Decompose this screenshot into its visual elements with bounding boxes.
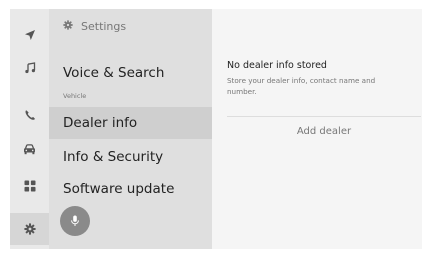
settings-menu-header: Settings xyxy=(63,15,126,37)
empty-state-description: Store your dealer info, contact name and… xyxy=(227,76,376,96)
menu-item-label: Info & Security xyxy=(63,149,164,165)
detail-pane: No dealer info stored Store your dealer … xyxy=(212,9,422,249)
menu-item-info-security[interactable]: Info & Security xyxy=(49,145,212,169)
nav-rail xyxy=(10,9,49,249)
menu-item-dealer-info[interactable]: Dealer info xyxy=(49,107,212,139)
empty-state-title: No dealer info stored xyxy=(227,60,327,71)
nav-rail-vehicle[interactable] xyxy=(10,133,49,165)
apps-grid-icon xyxy=(24,180,36,192)
music-note-icon xyxy=(24,62,36,74)
settings-gear-icon xyxy=(23,223,36,235)
nav-rail-apps[interactable] xyxy=(10,170,49,202)
phone-icon xyxy=(24,109,36,121)
divider xyxy=(227,116,421,117)
menu-item-label: Dealer info xyxy=(63,115,138,131)
voice-assistant-button[interactable] xyxy=(60,206,90,236)
menu-item-software-update[interactable]: Software update xyxy=(49,177,212,201)
infotainment-screen: Settings Voice & Search Vehicle Dealer i… xyxy=(10,9,422,249)
nav-rail-settings[interactable] xyxy=(10,213,49,245)
settings-gear-icon xyxy=(63,19,81,33)
add-dealer-button[interactable]: Add dealer xyxy=(227,121,421,141)
menu-item-label: Voice & Search xyxy=(63,65,165,81)
nav-rail-phone[interactable] xyxy=(10,99,49,131)
section-label-vehicle: Vehicle xyxy=(63,92,87,100)
menu-item-label: Software update xyxy=(63,181,175,197)
car-icon xyxy=(23,143,36,155)
nav-rail-navigation[interactable] xyxy=(10,19,49,51)
nav-rail-media[interactable] xyxy=(10,52,49,84)
microphone-icon xyxy=(70,212,80,231)
menu-item-voice-search[interactable]: Voice & Search xyxy=(49,61,212,85)
settings-menu-title: Settings xyxy=(81,19,127,33)
navigation-arrow-icon xyxy=(24,29,36,41)
